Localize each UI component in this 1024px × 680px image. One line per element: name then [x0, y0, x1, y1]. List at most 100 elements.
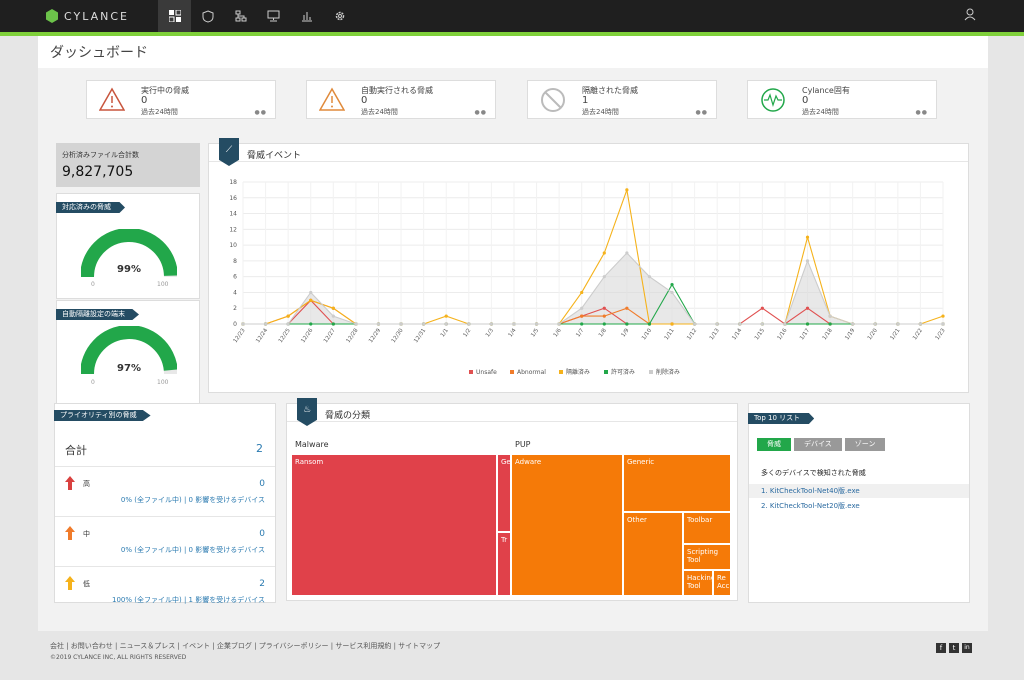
- priority-label: 高: [83, 480, 90, 488]
- data-point: [805, 306, 810, 310]
- gauge-max: 100: [157, 281, 169, 288]
- treemap-cell-generic[interactable]: Generic: [623, 454, 731, 512]
- data-point: [805, 235, 810, 239]
- gauge-percent: 99%: [117, 264, 141, 275]
- tab-zones[interactable]: ゾーン: [844, 438, 886, 451]
- treemap-cell-adware[interactable]: Adware: [511, 454, 623, 596]
- stat-card-cylance-unique[interactable]: Cylance固有 0 過去24時間 ●●: [747, 80, 937, 119]
- top10-item[interactable]: 2. KitCheckTool-Net20版.exe: [749, 499, 969, 513]
- stat-card-running-threats[interactable]: 実行中の脅威 0 過去24時間 ●●: [86, 80, 276, 119]
- treemap-cell-tr[interactable]: Tr: [497, 532, 511, 596]
- priority-count[interactable]: 2: [259, 579, 265, 589]
- priority-label: 中: [83, 530, 90, 538]
- priority-detail[interactable]: 0% (全ファイル中) | 0 影響を受けるデバイス: [121, 545, 265, 555]
- footer-copyright: ©2019 CYLANCE INC, ALL RIGHTS RESERVED: [50, 654, 187, 661]
- data-point: [444, 314, 448, 318]
- tab-devices[interactable]: デバイス: [794, 438, 842, 451]
- facebook-icon[interactable]: f: [936, 643, 946, 653]
- brand-logo[interactable]: CYLANCE: [46, 9, 129, 23]
- panel-title: 脅威イベント: [247, 151, 302, 161]
- data-point: [354, 322, 358, 326]
- data-point: [760, 322, 764, 326]
- x-tick-label: 1/15: [754, 327, 766, 341]
- gauge-resolved-threats[interactable]: 対応済みの脅威 99% 0 100: [56, 193, 200, 299]
- data-point: [715, 322, 719, 326]
- priority-count[interactable]: 0: [259, 529, 265, 539]
- treemap-cell-scripting-tool[interactable]: Scripting Tool: [683, 544, 731, 570]
- treemap-cell-ge[interactable]: Ge: [497, 454, 511, 532]
- nav-monitor-icon[interactable]: [257, 0, 290, 32]
- legend-label: 隔離済み: [566, 368, 590, 376]
- legend-swatch: [604, 370, 608, 374]
- nav-shield-icon[interactable]: [191, 0, 224, 32]
- x-tick-label: 1/10: [641, 327, 653, 341]
- x-tick-label: 1/12: [686, 328, 698, 342]
- legend-swatch: [510, 370, 514, 374]
- nav-network-icon[interactable]: [224, 0, 257, 32]
- warning-icon: [319, 87, 345, 111]
- data-point: [647, 275, 652, 279]
- priority-row-low[interactable]: 低 2 100% (全ファイル中) | 1 影響を受けるデバイス: [55, 566, 275, 610]
- data-point: [399, 322, 403, 326]
- panel-title: Top 10 リスト: [748, 413, 815, 424]
- carousel-dots[interactable]: ●●: [255, 109, 267, 116]
- arrow-up-icon: [65, 576, 75, 590]
- x-tick-label: 1/7: [575, 327, 585, 338]
- treemap-cell-other[interactable]: Other: [623, 512, 683, 596]
- gauge-min: 0: [91, 281, 95, 288]
- stat-card-quarantined-threats[interactable]: 隔離された脅威 1 過去24時間 ●●: [527, 80, 717, 119]
- x-tick-label: 1/11: [664, 328, 676, 342]
- treemap-cell-toolbar[interactable]: Toolbar: [683, 512, 731, 544]
- priority-detail[interactable]: 0% (全ファイル中) | 0 影響を受けるデバイス: [121, 495, 265, 505]
- stat-period: 過去24時間: [582, 108, 619, 116]
- threat-events-chart[interactable]: 0 2 4 6 8 10 12 14 16 18 12/23 12/24 12/25 12/26 12/27…: [209, 164, 968, 392]
- priority-total-value[interactable]: 2: [256, 442, 263, 455]
- carousel-dots[interactable]: ●●: [696, 109, 708, 116]
- treemap-cell-remote-access[interactable]: Re Acc: [713, 570, 731, 596]
- x-tick-label: 12/26: [300, 327, 314, 344]
- legend-label: 許可済み: [611, 368, 635, 376]
- data-point: [309, 290, 313, 295]
- priority-row-high[interactable]: 高 0 0% (全ファイル中) | 0 影響を受けるデバイス: [55, 466, 275, 510]
- series-area-削除済み: [243, 253, 943, 324]
- top10-tabs: 脅威 デバイス ゾーン: [757, 438, 886, 451]
- x-tick-label: 1/2: [462, 328, 472, 339]
- page-title: ダッシュボード: [50, 45, 148, 61]
- data-point: [580, 290, 584, 295]
- twitter-icon[interactable]: t: [949, 643, 959, 653]
- x-tick-label: 1/17: [799, 327, 811, 341]
- tab-threats[interactable]: 脅威: [757, 438, 791, 451]
- data-point: [828, 314, 832, 318]
- data-point: [647, 322, 652, 326]
- treemap-cell-ransom[interactable]: Ransom: [291, 454, 497, 596]
- x-tick-label: 1/16: [777, 327, 789, 341]
- carousel-dots[interactable]: ●●: [475, 109, 487, 116]
- footer-links[interactable]: 会社 | お問い合わせ | ニュース＆プレス | イベント | 企業ブログ | …: [50, 641, 440, 651]
- x-tick-label: 12/24: [255, 327, 269, 344]
- nav-dashboard-icon[interactable]: [158, 0, 191, 32]
- data-point: [625, 251, 629, 255]
- y-tick-label: 4: [233, 289, 237, 296]
- priority-row-medium[interactable]: 中 0 0% (全ファイル中) | 0 影響を受けるデバイス: [55, 516, 275, 560]
- nav-bar-chart-icon[interactable]: [290, 0, 323, 32]
- data-point: [805, 322, 810, 326]
- user-icon[interactable]: [962, 8, 978, 24]
- stat-period: 過去24時間: [141, 108, 178, 116]
- top10-item[interactable]: 1. KitCheckTool-Net40版.exe: [749, 484, 969, 498]
- top10-panel: Top 10 リスト 脅威 デバイス ゾーン 多くのデバイスで検知された脅威 1…: [748, 403, 970, 603]
- x-tick-label: 12/23: [233, 327, 247, 344]
- treemap-cell-hacking-tool[interactable]: Hacking Tool: [683, 570, 713, 596]
- gauge-auto-quarantine-devices[interactable]: 自動隔離設定の端末 97% 0 100: [56, 300, 200, 406]
- data-point: [602, 275, 606, 279]
- brand-name: CYLANCE: [64, 9, 129, 23]
- linkedin-icon[interactable]: in: [962, 643, 972, 653]
- stat-value: 0: [361, 95, 368, 106]
- legend-label: 削除済み: [656, 368, 680, 376]
- priority-count[interactable]: 0: [259, 479, 265, 489]
- warning-icon: [99, 87, 125, 111]
- nav-gear-icon[interactable]: [323, 0, 356, 32]
- priority-detail[interactable]: 100% (全ファイル中) | 1 影響を受けるデバイス: [112, 595, 265, 605]
- carousel-dots[interactable]: ●●: [916, 109, 928, 116]
- stat-card-auto-run-threats[interactable]: 自動実行される脅威 0 過去24時間 ●●: [306, 80, 496, 119]
- data-point: [760, 306, 764, 310]
